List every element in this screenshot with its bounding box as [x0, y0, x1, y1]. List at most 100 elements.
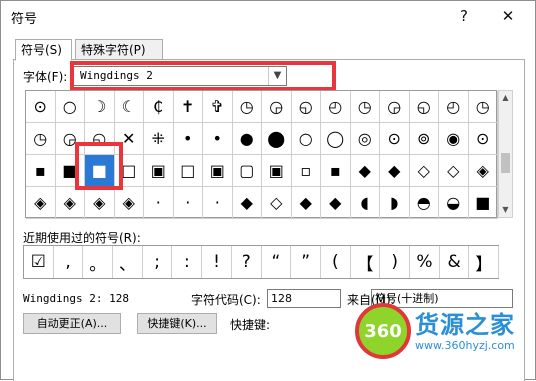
scroll-up-icon[interactable]: ▲: [499, 91, 512, 105]
recent-symbol-cell[interactable]: 【: [351, 246, 381, 278]
symbol-status: Wingdings 2: 128: [23, 292, 129, 305]
recent-symbol-cell[interactable]: !: [202, 246, 232, 278]
symbol-cell[interactable]: □: [173, 155, 203, 187]
symbol-cell[interactable]: ◆: [350, 155, 380, 187]
symbol-cell[interactable]: ▪: [26, 155, 56, 187]
symbol-cell[interactable]: ▪: [321, 155, 351, 187]
symbol-cell[interactable]: ◇: [409, 155, 439, 187]
symbol-cell[interactable]: ·: [144, 187, 174, 219]
symbol-cell[interactable]: ◈: [85, 187, 115, 219]
symbol-cell[interactable]: ◷: [26, 123, 56, 155]
symbol-cell[interactable]: •: [173, 123, 203, 155]
watermark-text: 货源之家: [415, 311, 515, 339]
symbol-cell[interactable]: ○: [291, 123, 321, 155]
symbol-cell[interactable]: ▫: [291, 155, 321, 187]
symbol-cell[interactable]: ■: [468, 187, 498, 219]
symbol-cell[interactable]: ◷: [350, 91, 380, 123]
symbol-cell[interactable]: ○: [55, 91, 85, 123]
dialog-title: 符号: [11, 12, 38, 27]
font-label: 字体(F):: [23, 70, 68, 84]
symbol-cell[interactable]: ◯: [321, 123, 351, 155]
symbol-cell[interactable]: ◎: [350, 123, 380, 155]
tab-strip: 符号(S) 特殊字符(P): [15, 39, 525, 61]
symbol-cell[interactable]: ⊙: [26, 91, 56, 123]
symbol-cell[interactable]: ▣: [144, 155, 174, 187]
shortcut-label: 快捷键:: [230, 318, 271, 332]
tab-symbols[interactable]: 符号(S): [15, 39, 72, 61]
tab-special-characters[interactable]: 特殊字符(P): [75, 39, 163, 60]
symbol-cell[interactable]: ◴: [439, 91, 469, 123]
recent-symbol-cell[interactable]: 。: [83, 246, 114, 278]
recent-symbol-cell[interactable]: ☑: [24, 246, 54, 278]
recent-symbols-row: ☑,。、;:!? “”(【)% &】: [23, 245, 500, 279]
symbol-cell[interactable]: ◆: [232, 187, 262, 219]
symbol-cell[interactable]: ◆: [321, 187, 351, 219]
symbol-cell[interactable]: ⊙: [380, 123, 410, 155]
symbol-cell[interactable]: ◶: [262, 91, 292, 123]
recent-symbol-cell[interactable]: ”: [291, 246, 321, 278]
autocorrect-button[interactable]: 自动更正(A)...: [23, 313, 121, 334]
symbol-cell[interactable]: ▣: [262, 155, 292, 187]
scroll-thumb[interactable]: [501, 153, 510, 173]
recent-symbols-label: 近期使用过的符号(R):: [23, 231, 141, 245]
recent-symbol-cell[interactable]: %: [410, 246, 440, 278]
symbol-cell[interactable]: ◇: [439, 155, 469, 187]
symbol-cell[interactable]: ·: [173, 187, 203, 219]
symbol-cell[interactable]: ◉: [439, 123, 469, 155]
symbol-cell[interactable]: ·: [203, 187, 233, 219]
symbol-cell[interactable]: ☽: [85, 91, 115, 123]
help-button[interactable]: ?: [449, 5, 479, 27]
symbol-cell[interactable]: ⁜: [144, 123, 174, 155]
recent-symbol-cell[interactable]: 、: [113, 246, 143, 278]
symbol-cell[interactable]: ◆: [380, 155, 410, 187]
recent-symbol-cell[interactable]: “: [262, 246, 292, 278]
shortcut-key-button[interactable]: 快捷键(K)...: [137, 313, 217, 334]
highlight-box-selected-symbol: [75, 142, 123, 190]
recent-symbol-cell[interactable]: ,: [54, 246, 84, 278]
watermark-badge: 360: [355, 303, 411, 359]
symbol-cell[interactable]: ◵: [409, 91, 439, 123]
symbol-cell[interactable]: ⊚: [409, 123, 439, 155]
symbol-cell[interactable]: ◓: [409, 187, 439, 219]
recent-symbol-cell[interactable]: :: [173, 246, 203, 278]
symbol-cell[interactable]: ◇: [262, 187, 292, 219]
recent-symbol-cell[interactable]: ?: [232, 246, 262, 278]
symbol-cell[interactable]: ◒: [439, 187, 469, 219]
symbol-cell[interactable]: ▣: [203, 155, 233, 187]
symbol-grid-scrollbar[interactable]: ▲ ▼: [498, 90, 513, 218]
symbol-cell[interactable]: ◈: [114, 187, 144, 219]
highlight-box-font: [70, 61, 336, 91]
watermark-logo: 360 货源之家 www.360hyzj.com: [355, 303, 535, 369]
symbol-cell[interactable]: ⊙: [468, 123, 498, 155]
recent-symbol-cell[interactable]: 】: [470, 246, 500, 278]
symbol-cell[interactable]: ◶: [380, 91, 410, 123]
watermark-url: www.360hyzj.com: [415, 339, 515, 352]
symbol-cell[interactable]: ◷: [468, 91, 498, 123]
symbol-cell[interactable]: •: [203, 123, 233, 155]
symbol-dialog: 符号 ? ✕ 符号(S) 特殊字符(P) 字体(F): Wingdings 2 …: [0, 0, 536, 381]
symbol-cell[interactable]: ◈: [55, 187, 85, 219]
recent-symbol-cell[interactable]: &: [440, 246, 470, 278]
symbol-cell[interactable]: ◈: [468, 155, 498, 187]
recent-symbol-cell[interactable]: ): [380, 246, 411, 278]
symbol-cell[interactable]: ⬤: [262, 123, 292, 155]
symbol-cell[interactable]: ✞: [203, 91, 233, 123]
symbol-cell[interactable]: ◴: [321, 91, 351, 123]
symbol-cell[interactable]: ◗: [380, 187, 410, 219]
symbol-cell[interactable]: ◷: [232, 91, 262, 123]
scroll-down-icon[interactable]: ▼: [499, 203, 512, 217]
symbol-cell[interactable]: ●: [232, 123, 262, 155]
recent-symbol-cell[interactable]: ;: [143, 246, 173, 278]
symbol-cell[interactable]: ✝: [173, 91, 203, 123]
symbol-cell[interactable]: ☾: [114, 91, 144, 123]
symbol-cell[interactable]: ◆: [291, 187, 321, 219]
char-code-input[interactable]: 128: [267, 289, 341, 308]
close-button[interactable]: ✕: [493, 5, 523, 27]
symbol-cell[interactable]: ▢: [232, 155, 262, 187]
title-bar: 符号 ? ✕: [1, 1, 535, 31]
symbol-cell[interactable]: ◵: [291, 91, 321, 123]
symbol-cell[interactable]: ◖: [350, 187, 380, 219]
symbol-cell[interactable]: ₵: [144, 91, 174, 123]
recent-symbol-cell[interactable]: (: [321, 246, 351, 278]
symbol-cell[interactable]: ◈: [26, 187, 56, 219]
